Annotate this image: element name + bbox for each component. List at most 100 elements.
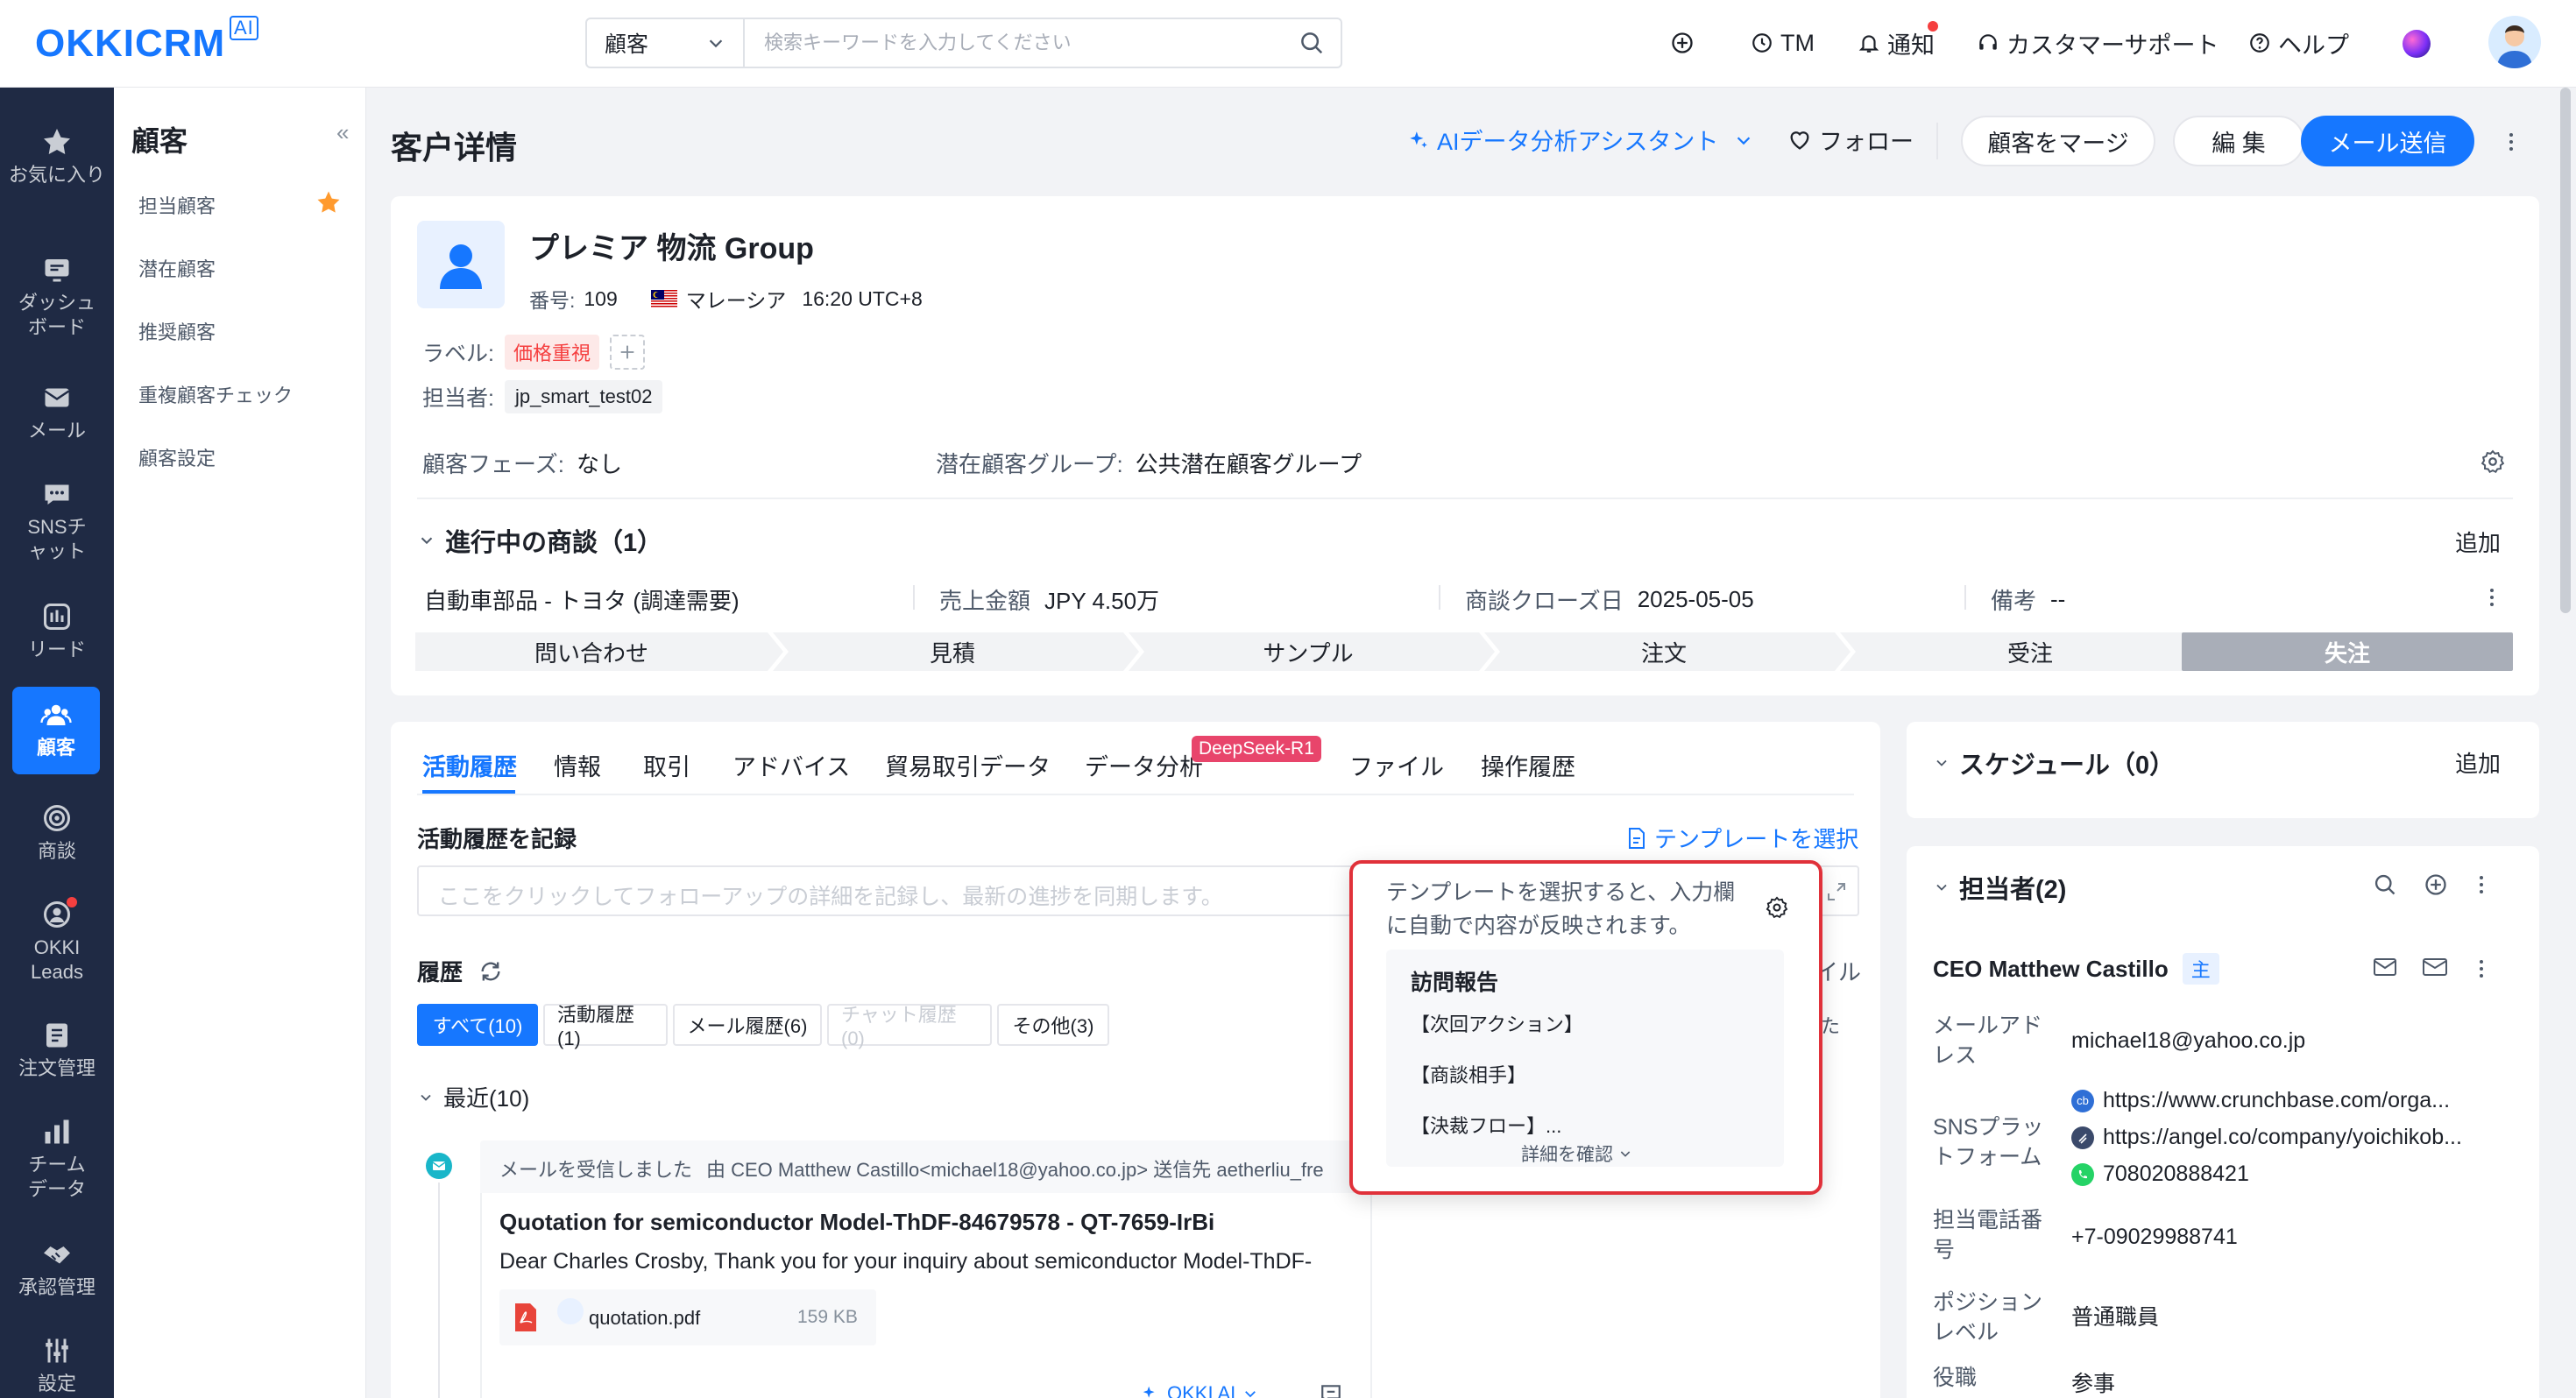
template-line: 【決裁フロー】...	[1411, 1115, 1562, 1137]
schedule-header[interactable]: スケジュール（0）	[1933, 745, 2175, 781]
subnav-item-potential[interactable]: 潜在顧客	[138, 254, 216, 282]
contacts-header[interactable]: 担当者(2)	[1933, 869, 2066, 906]
stage-quote[interactable]: 見積	[782, 632, 1123, 671]
more-vertical-icon[interactable]	[2501, 130, 2522, 154]
mail-send-icon[interactable]	[2373, 957, 2399, 979]
tab-trade-data[interactable]: 貿易取引データ	[885, 748, 1051, 782]
okki-ai-button[interactable]: OKKI AI	[1141, 1382, 1258, 1398]
ai-analysis-assistant-button[interactable]: AIデータ分析アシスタント	[1407, 123, 1753, 157]
nav-orders[interactable]: 注文管理	[0, 1020, 114, 1081]
attachment[interactable]: quotation.pdf 159 KB	[499, 1289, 876, 1345]
filter-all[interactable]: すべて(10)	[417, 1004, 538, 1046]
nav-okki-leads[interactable]: OKKI Leads	[0, 899, 114, 985]
subnav-item-my-customers[interactable]: 担当顧客	[138, 191, 216, 219]
edit-button[interactable]: 編 集	[2173, 116, 2304, 166]
mail-from[interactable]: 由 CEO Matthew Castillo<michael18@yahoo.c…	[706, 1154, 1324, 1181]
tab-activity[interactable]: 活動履歴	[422, 748, 517, 782]
select-template-link[interactable]: テンプレートを選択	[1626, 822, 1858, 854]
email-value[interactable]: michael18@yahoo.co.jp	[2071, 1028, 2305, 1054]
label-tag[interactable]: 価格重視	[504, 335, 599, 370]
mail-icon[interactable]	[2422, 957, 2448, 979]
mail-card[interactable]: Quotation for semiconductor Model-ThDF-8…	[480, 1193, 1372, 1398]
tab-advice[interactable]: アドバイス	[732, 748, 850, 782]
view-details-link[interactable]: 詳細を確認	[1521, 1140, 1632, 1167]
recent-group-header[interactable]: 最近(10)	[417, 1081, 529, 1113]
notification-button[interactable]: 通知	[1858, 23, 1935, 63]
stage-sample[interactable]: サンプル	[1137, 632, 1479, 671]
tab-data-analysis[interactable]: データ分析	[1085, 748, 1203, 782]
add-label-button[interactable]	[609, 335, 645, 370]
nav-deals[interactable]: 商談	[0, 802, 114, 864]
filter-chat[interactable]: チャット履歴(0)	[827, 1004, 992, 1049]
tm-button[interactable]: TM	[1751, 23, 1815, 63]
sns-whatsapp[interactable]: 708020888421	[2071, 1161, 2249, 1187]
plus-circle-icon[interactable]	[2424, 872, 2448, 897]
search-icon[interactable]	[1299, 30, 1325, 56]
merge-customer-button[interactable]: 顧客をマージ	[1961, 116, 2155, 166]
more-vertical-icon[interactable]	[2473, 872, 2490, 897]
stage-inquiry[interactable]: 問い合わせ	[415, 632, 768, 671]
filter-other[interactable]: その他(3)	[997, 1004, 1109, 1046]
more-vertical-icon[interactable]	[2473, 957, 2490, 981]
person-avatar-icon	[2497, 25, 2532, 68]
search-input[interactable]	[745, 19, 1299, 67]
search-type-select[interactable]: 顧客	[587, 19, 745, 67]
gear-icon[interactable]	[1765, 895, 1789, 920]
page-scrollbar[interactable]	[2560, 88, 2571, 613]
contact-person-row[interactable]: CEO Matthew Castillo 主	[1933, 953, 2219, 985]
follow-button[interactable]: フォロー	[1787, 123, 1914, 157]
nav-team-data[interactable]: チームデータ	[0, 1116, 114, 1202]
deal-name[interactable]: 自動車部品 - トヨタ (調達需要)	[424, 583, 740, 616]
stage-order[interactable]: 注文	[1493, 632, 1835, 671]
stage-won[interactable]: 受注	[1849, 632, 2212, 671]
template-card-visit-report[interactable]: 訪問報告 【次回アクション】 【商談相手】 【決裁フロー】... 詳細を確認	[1386, 950, 1784, 1167]
tab-operation-history[interactable]: 操作履歴	[1481, 748, 1575, 782]
sns-crunchbase[interactable]: cb https://www.crunchbase.com/orga...	[2071, 1088, 2450, 1113]
filter-activity[interactable]: 活動履歴(1)	[543, 1004, 668, 1049]
refresh-icon[interactable]	[478, 959, 503, 984]
sns-angellist[interactable]: https://angel.co/company/yoichikob...	[2071, 1125, 2462, 1150]
nav-settings[interactable]: 設定	[0, 1335, 114, 1396]
comment-icon[interactable]	[1320, 1382, 1342, 1398]
deal-amount: 売上金額 JPY 4.50万	[939, 583, 1159, 616]
subnav-item-settings[interactable]: 顧客設定	[138, 443, 216, 471]
nav-dashboard[interactable]: ダッシュボード	[0, 254, 114, 340]
tab-transactions[interactable]: 取引	[643, 748, 690, 782]
deals-header[interactable]: 進行中の商談（1）	[417, 522, 662, 559]
subnav-item-duplicate-check[interactable]: 重複顧客チェック	[138, 380, 293, 408]
plus-icon	[620, 345, 634, 359]
collapse-subnav-button[interactable]: «	[336, 119, 349, 146]
expand-icon[interactable]	[1826, 881, 1847, 902]
search-icon[interactable]	[2373, 872, 2397, 897]
more-vertical-icon[interactable]	[2483, 585, 2501, 610]
add-button[interactable]	[1670, 23, 1695, 63]
dashboard-icon	[45, 259, 69, 282]
nav-mail[interactable]: メール	[0, 382, 114, 443]
tab-label: 活動履歴	[422, 754, 517, 780]
gear-icon[interactable]	[2480, 448, 2506, 475]
nav-deals-label: 商談	[37, 840, 76, 862]
tab-files[interactable]: ファイル	[1349, 748, 1444, 782]
subnav-item-recommended[interactable]: 推奨顧客	[138, 317, 216, 345]
mail-subject[interactable]: Quotation for semiconductor Model-ThDF-8…	[499, 1209, 1214, 1236]
add-schedule-button[interactable]: 追加	[2455, 746, 2501, 779]
customer-support-button[interactable]: カスタマーサポート	[1977, 23, 2219, 63]
filter-mail[interactable]: メール履歴(6)	[673, 1004, 822, 1046]
nav-approvals[interactable]: 承認管理	[0, 1239, 114, 1300]
whatsapp-icon	[2071, 1162, 2094, 1186]
add-deal-button[interactable]: 追加	[2455, 526, 2501, 558]
send-mail-button[interactable]: メール送信	[2301, 116, 2474, 166]
nav-customers[interactable]: 顧客	[12, 687, 100, 774]
okki-crm-logo[interactable]: OKKICRM AI	[35, 16, 258, 68]
user-avatar[interactable]	[2488, 16, 2541, 68]
stage-lost[interactable]: 失注	[2182, 632, 2513, 671]
phone-value[interactable]: +7-09029988741	[2071, 1225, 2238, 1250]
nav-sns-chat[interactable]: SNSチャット	[0, 478, 114, 564]
owner-tag[interactable]: jp_smart_test02	[504, 380, 663, 413]
favorite-star-icon[interactable]	[315, 189, 342, 215]
nav-favorites[interactable]: お気に入り	[0, 126, 114, 187]
ai-orb-icon[interactable]	[2403, 30, 2431, 58]
help-button[interactable]: ヘルプ	[2248, 23, 2349, 63]
nav-leads[interactable]: リード	[0, 601, 114, 662]
tab-info[interactable]: 情報	[554, 748, 601, 782]
